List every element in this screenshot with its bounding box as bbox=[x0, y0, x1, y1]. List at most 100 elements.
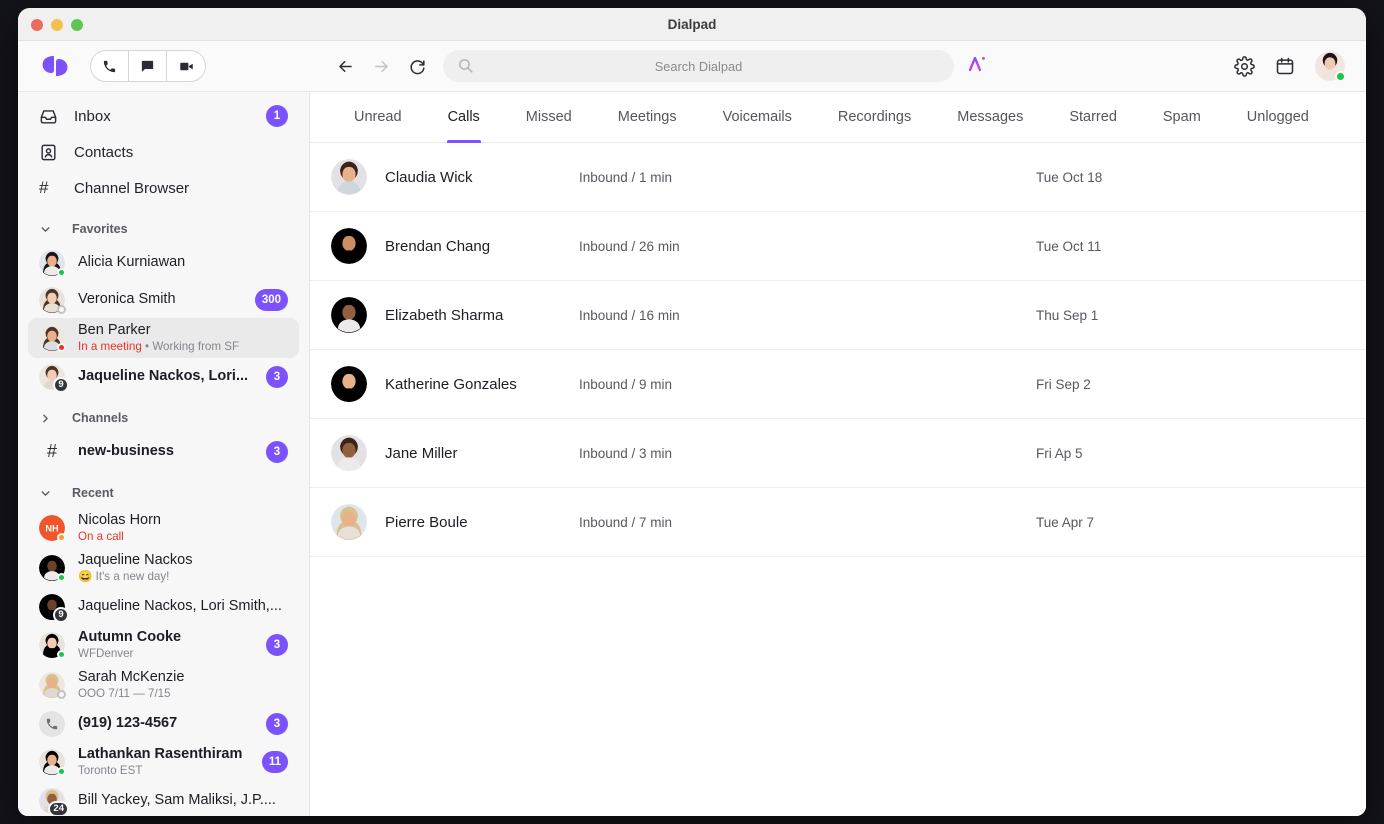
sidebar-conversation-alicia-kurniawan[interactable]: Alicia Kurniawan bbox=[28, 244, 299, 281]
window-title: Dialpad bbox=[667, 17, 717, 32]
table-row[interactable]: Jane Miller Inbound / 3 min Fri Ap 5 bbox=[310, 419, 1366, 488]
sidebar-item-label: Inbox bbox=[74, 107, 111, 125]
conversation-text: (919) 123-4567 bbox=[78, 715, 258, 732]
tab-starred[interactable]: Starred bbox=[1046, 92, 1140, 142]
conversation-name: Veronica Smith bbox=[78, 291, 176, 307]
main-panel: Unread Calls Missed Meetings Voicemails Recor… bbox=[310, 92, 1366, 816]
tab-meetings[interactable]: Meetings bbox=[595, 92, 700, 142]
avatar bbox=[39, 749, 66, 776]
tab-voicemails[interactable]: Voicemails bbox=[700, 92, 815, 142]
group-count-badge: 24 bbox=[48, 800, 69, 816]
video-mode-button[interactable] bbox=[167, 51, 205, 81]
close-button[interactable] bbox=[31, 19, 43, 31]
tab-recordings[interactable]: Recordings bbox=[815, 92, 934, 142]
forward-icon[interactable] bbox=[371, 56, 391, 76]
sidebar-conversation-veronica-smith[interactable]: Veronica Smith 300 bbox=[28, 281, 299, 318]
conversation-status-text: On a call bbox=[78, 530, 288, 544]
gear-icon[interactable] bbox=[1234, 55, 1255, 77]
sidebar-section-label: Channels bbox=[72, 411, 129, 425]
conversation-name: (919) 123-4567 bbox=[78, 715, 178, 731]
avatar bbox=[331, 297, 367, 333]
calendar-icon[interactable] bbox=[1275, 56, 1295, 76]
sidebar-item-contacts[interactable]: Contacts bbox=[28, 134, 299, 170]
conversation-status-text: In a meeting • Working from SF bbox=[78, 340, 240, 353]
status-badge bbox=[57, 650, 66, 659]
sidebar-conversation-lathankan-rasenthiram[interactable]: Lathankan Rasenthiram Toronto EST 11 bbox=[28, 742, 299, 782]
sidebar-item-channel-browser[interactable]: # Channel Browser bbox=[28, 170, 299, 206]
status-badge bbox=[57, 304, 66, 314]
sidebar-item-inbox[interactable]: Inbox 1 bbox=[28, 98, 299, 134]
desktop-background: Dialpad Search Dialpad Inbox 1 Contacts … bbox=[0, 0, 1384, 824]
avatar bbox=[331, 366, 367, 402]
sidebar-conversation-sarah-mckenzie[interactable]: Sarah McKenzie OOO 7/11 — 7/15 bbox=[28, 665, 299, 705]
sidebar-conversation-jaqueline-nackos-lori[interactable]: 9 Jaqueline Nackos, Lori... 3 bbox=[28, 358, 299, 395]
table-row[interactable]: Claudia Wick Inbound / 1 min Tue Oct 18 bbox=[310, 143, 1366, 212]
conversation-text: Jaqueline Nackos 😄 It's a new day! bbox=[78, 552, 288, 584]
avatar bbox=[39, 325, 66, 352]
conversation-name: Jaqueline Nackos, Lori... bbox=[78, 368, 249, 384]
conversation-name: Autumn Cooke bbox=[78, 629, 182, 645]
conversation-text: Lathankan Rasenthiram Toronto EST bbox=[78, 746, 254, 778]
sidebar-section-channels[interactable]: Channels bbox=[28, 403, 299, 433]
search-input[interactable] bbox=[443, 50, 954, 82]
call-date: Tue Apr 7 bbox=[1036, 514, 1095, 530]
dialpad-logo-icon[interactable] bbox=[40, 53, 70, 79]
sidebar-conversation-nicolas-horn[interactable]: NH Nicolas Horn On a call bbox=[28, 508, 299, 548]
maximize-button[interactable] bbox=[71, 19, 83, 31]
table-row[interactable]: Katherine Gonzales Inbound / 9 min Fri Sep… bbox=[310, 350, 1366, 419]
call-contact-name: Elizabeth Sharma bbox=[385, 306, 504, 324]
sidebar-conversation-bill-yackey-sam-maliksi-j-p[interactable]: 24 Bill Yackey, Sam Maliksi, J.P.... bbox=[28, 782, 299, 816]
reload-icon[interactable] bbox=[407, 56, 427, 76]
status-alert-text: In a meeting bbox=[78, 340, 142, 353]
unread-badge: 1 bbox=[266, 105, 288, 127]
table-row[interactable]: Elizabeth Sharma Inbound / 16 min Thu Sep … bbox=[310, 281, 1366, 350]
conversation-text: Autumn Cooke WFDenver bbox=[78, 629, 258, 661]
conversation-text: Ben Parker In a meeting • Working from SF bbox=[78, 322, 288, 354]
table-row[interactable]: Pierre Boule Inbound / 7 min Tue Apr 7 bbox=[310, 488, 1366, 557]
dialpad-window: Dialpad Search Dialpad Inbox 1 Contacts … bbox=[18, 8, 1366, 816]
ai-assistant-icon[interactable] bbox=[967, 53, 991, 80]
conversation-text: Alicia Kurniawan bbox=[78, 254, 288, 271]
sidebar-conversation-jaqueline-nackos-lori-smith[interactable]: 9 Jaqueline Nackos, Lori Smith,... bbox=[28, 588, 299, 625]
sidebar-conversation-new-business[interactable]: # new-business 3 bbox=[28, 433, 299, 470]
avatar[interactable] bbox=[1315, 51, 1346, 82]
phone-mode-button[interactable] bbox=[91, 51, 129, 81]
tab-unlogged[interactable]: Unlogged bbox=[1224, 92, 1332, 142]
call-detail: Inbound / 26 min bbox=[579, 238, 680, 254]
search-container bbox=[443, 50, 954, 82]
table-row[interactable]: Brendan Chang Inbound / 26 min Tue Oct 11 bbox=[310, 212, 1366, 281]
call-date: Fri Sep 2 bbox=[1036, 376, 1091, 392]
sidebar-conversation-jaqueline-nackos[interactable]: Jaqueline Nackos 😄 It's a new day! bbox=[28, 548, 299, 588]
conversation-name: Jaqueline Nackos, Lori Smith,... bbox=[78, 598, 282, 614]
minimize-button[interactable] bbox=[51, 19, 63, 31]
svg-text:NH: NH bbox=[45, 523, 58, 533]
avatar bbox=[331, 435, 367, 471]
call-contact-name: Pierre Boule bbox=[385, 513, 468, 531]
sidebar-section-favorites[interactable]: Favorites bbox=[28, 214, 299, 244]
tab-bar: Unread Calls Missed Meetings Voicemails Recor… bbox=[310, 92, 1366, 143]
message-mode-button[interactable] bbox=[129, 51, 167, 81]
tab-unread[interactable]: Unread bbox=[331, 92, 425, 142]
tab-spam[interactable]: Spam bbox=[1140, 92, 1224, 142]
inbox-icon bbox=[39, 107, 61, 126]
call-list: Claudia Wick Inbound / 1 min Tue Oct 18 Bre… bbox=[310, 143, 1366, 816]
sidebar-section-recent[interactable]: Recent bbox=[28, 478, 299, 508]
back-icon[interactable] bbox=[335, 56, 355, 76]
mode-switcher bbox=[90, 50, 206, 82]
avatar bbox=[39, 555, 66, 582]
chevron-right-icon bbox=[39, 412, 59, 425]
conversation-name: new-business bbox=[78, 443, 174, 459]
tab-calls[interactable]: Calls bbox=[425, 92, 503, 143]
window-titlebar: Dialpad bbox=[18, 8, 1366, 41]
avatar bbox=[39, 672, 66, 699]
sidebar: Inbox 1 Contacts # Channel Browser Favorites A… bbox=[18, 92, 310, 816]
sidebar-section-label: Recent bbox=[72, 486, 114, 500]
app-toolbar bbox=[18, 41, 1366, 92]
sidebar-conversation-autumn-cooke[interactable]: Autumn Cooke WFDenver 3 bbox=[28, 625, 299, 665]
sidebar-conversation-919-123-4567[interactable]: (919) 123-4567 3 bbox=[28, 705, 299, 742]
avatar: NH bbox=[39, 515, 66, 542]
tab-missed[interactable]: Missed bbox=[503, 92, 595, 142]
sidebar-conversation-ben-parker[interactable]: Ben Parker In a meeting • Working from SF bbox=[28, 318, 299, 358]
status-alert-text: On a call bbox=[78, 530, 124, 543]
tab-messages[interactable]: Messages bbox=[934, 92, 1046, 142]
